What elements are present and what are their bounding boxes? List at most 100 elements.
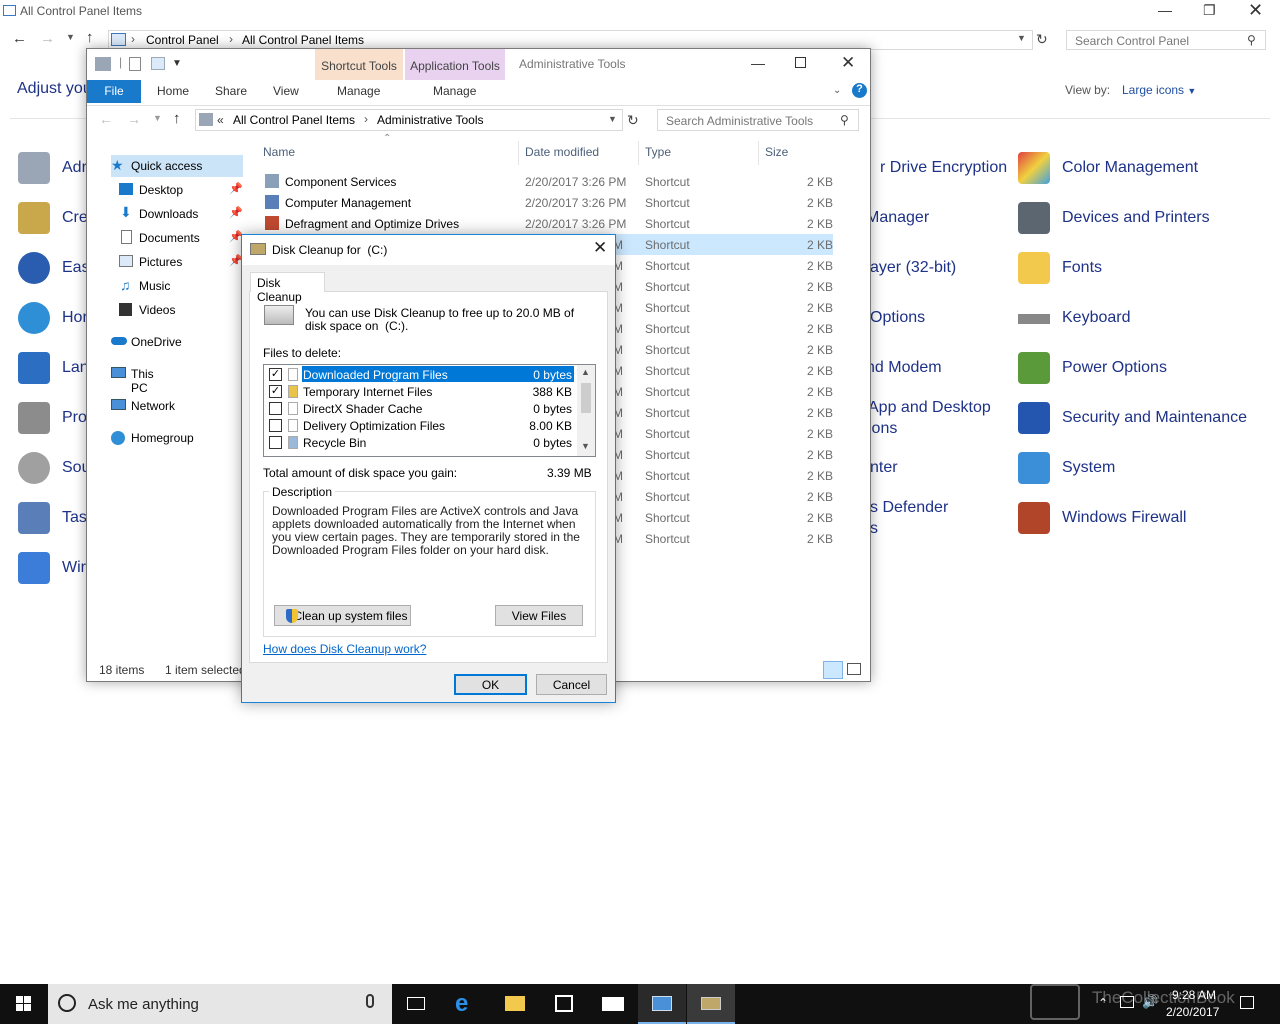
volume-icon[interactable]: 🔊	[1142, 994, 1158, 1010]
column-header-type[interactable]: Type	[645, 145, 671, 159]
breadcrumb-admin-tools[interactable]: Administrative Tools	[377, 113, 484, 127]
cp-item-bitlocker[interactable]: r Drive Encryption	[880, 159, 1007, 177]
close-button[interactable]: ✕	[1248, 0, 1263, 21]
tab-disk-cleanup[interactable]: Disk Cleanup	[250, 272, 325, 304]
clock-date[interactable]: 2/20/2017	[1166, 1005, 1219, 1019]
taskbar-store[interactable]	[540, 984, 588, 1024]
maximize-button[interactable]	[795, 57, 806, 68]
cp-item-indexing-options[interactable]: Options	[870, 309, 925, 327]
cp-item-device-manager[interactable]: Manager	[866, 209, 929, 227]
network-icon[interactable]	[1120, 996, 1134, 1008]
help-link[interactable]: How does Disk Cleanup work?	[263, 642, 426, 656]
file-checkbox[interactable]	[269, 419, 282, 432]
system-monitor-icon	[1018, 452, 1050, 484]
back-arrow-icon[interactable]: ←	[99, 111, 113, 127]
list-item[interactable]: ✓ Temporary Internet Files 388 KB	[264, 383, 576, 400]
file-checkbox[interactable]: ✓	[269, 385, 282, 398]
file-size: 388 KB	[532, 385, 572, 399]
customize-toolbar-icon[interactable]: ▼	[172, 58, 182, 69]
minimize-button[interactable]: —	[1158, 2, 1172, 18]
taskbar-control-panel[interactable]	[638, 984, 686, 1024]
tab-home[interactable]: Home	[157, 84, 189, 98]
dialog-close-button[interactable]: ✕	[593, 238, 607, 258]
ok-button[interactable]: OK	[454, 674, 527, 695]
address-bar[interactable]: « All Control Panel Items › Administrati…	[195, 109, 623, 131]
view-by-dropdown[interactable]: Large icons ▼	[1122, 83, 1196, 97]
breadcrumb-all-items[interactable]: All Control Panel Items	[233, 113, 355, 127]
clean-up-system-files-button[interactable]: Clean up system files	[274, 605, 411, 626]
column-header-date[interactable]: Date modified	[525, 145, 599, 159]
help-icon[interactable]: ?	[852, 83, 867, 98]
clock-time[interactable]: 9:28 AM	[1172, 988, 1216, 1002]
breadcrumb-control-panel[interactable]: Control Panel	[146, 33, 219, 47]
table-row[interactable]: Computer Management 2/20/2017 3:26 PM Sh…	[263, 192, 833, 213]
up-arrow-icon[interactable]: ↑	[86, 29, 94, 46]
taskbar-mail[interactable]	[589, 984, 637, 1024]
task-view-button[interactable]	[392, 984, 440, 1024]
column-header-size[interactable]: Size	[765, 145, 788, 159]
recent-dropdown-icon[interactable]: ▼	[153, 113, 162, 123]
nav-label: OneDrive	[131, 335, 182, 349]
search-input[interactable]: Search Control Panel ⚲	[1066, 30, 1266, 50]
recent-dropdown-icon[interactable]: ▼	[66, 32, 75, 42]
cp-item-phone-and-modem[interactable]: nd Modem	[866, 359, 942, 377]
tab-manage-shortcut[interactable]: Manage	[337, 84, 380, 98]
list-item[interactable]: Recycle Bin 0 bytes	[264, 434, 576, 451]
start-button[interactable]	[0, 984, 48, 1024]
cp-item-label: Lan	[62, 359, 89, 376]
new-folder-icon[interactable]	[151, 57, 165, 70]
cp-item-sync-center[interactable]: nter	[870, 459, 898, 477]
forward-arrow-icon[interactable]: →	[127, 111, 141, 127]
search-placeholder: Ask me anything	[88, 996, 199, 1013]
tab-file[interactable]: File	[87, 80, 141, 103]
tab-share[interactable]: Share	[215, 84, 247, 98]
list-item[interactable]: DirectX Shader Cache 0 bytes	[264, 400, 576, 417]
tab-view[interactable]: View	[273, 84, 299, 98]
refresh-icon[interactable]: ↻	[1036, 31, 1048, 48]
show-hidden-icons-icon[interactable]: ⌃	[1098, 996, 1108, 1010]
cortana-search-box[interactable]: Ask me anything	[48, 984, 392, 1024]
taskbar-edge[interactable]: e	[442, 984, 490, 1024]
minimize-button[interactable]: —	[751, 55, 765, 71]
scroll-down-icon[interactable]: ▼	[581, 441, 590, 451]
list-item[interactable]: ✓ Downloaded Program Files 0 bytes	[264, 366, 576, 383]
tab-manage-application[interactable]: Manage	[433, 84, 476, 98]
microphone-icon[interactable]	[366, 994, 374, 1008]
address-dropdown-icon[interactable]: ▼	[1017, 33, 1026, 43]
up-arrow-icon[interactable]: ↑	[173, 110, 181, 127]
restore-button[interactable]: ❐	[1203, 2, 1216, 19]
search-input[interactable]: Search Administrative Tools ⚲	[657, 109, 859, 131]
file-checkbox[interactable]	[269, 436, 282, 449]
details-view-icon[interactable]	[823, 661, 843, 679]
breadcrumb-all-items[interactable]: All Control Panel Items	[242, 33, 364, 47]
forward-arrow-icon[interactable]: →	[40, 30, 55, 47]
back-arrow-icon[interactable]: ←	[12, 30, 27, 47]
file-checkbox[interactable]	[269, 402, 282, 415]
expand-ribbon-icon[interactable]: ⌄	[833, 85, 841, 96]
scroll-thumb[interactable]	[581, 383, 591, 413]
properties-icon[interactable]	[129, 57, 141, 71]
large-icons-view-icon[interactable]	[847, 663, 861, 675]
cp-item-remoteapp[interactable]: App and Desktop	[868, 399, 991, 417]
taskbar-file-explorer[interactable]	[491, 984, 539, 1024]
cp-item-flash-player[interactable]: ayer (32-bit)	[870, 259, 956, 277]
column-header-name[interactable]: Name	[263, 145, 295, 159]
table-row[interactable]: Component Services 2/20/2017 3:26 PM Sho…	[263, 171, 833, 192]
close-button[interactable]: ✕	[841, 53, 855, 73]
file-checkbox[interactable]: ✓	[269, 368, 282, 381]
view-files-button[interactable]: View Files	[495, 605, 583, 626]
list-item[interactable]: Delivery Optimization Files 8.00 KB	[264, 417, 576, 434]
files-to-delete-label: Files to delete:	[263, 346, 342, 360]
list-scrollbar[interactable]: ▲ ▼	[577, 365, 595, 456]
refresh-icon[interactable]: ↻	[627, 112, 639, 129]
action-center-icon[interactable]	[1240, 996, 1254, 1009]
scroll-up-icon[interactable]: ▲	[581, 367, 590, 377]
cancel-button[interactable]: Cancel	[536, 674, 607, 695]
table-row[interactable]: Defragment and Optimize Drives 2/20/2017…	[263, 213, 833, 234]
address-bar[interactable]: › Control Panel › All Control Panel Item…	[108, 30, 1033, 50]
files-to-delete-list[interactable]: ✓ Downloaded Program Files 0 bytes ✓ Tempora…	[263, 364, 596, 457]
address-dropdown-icon[interactable]: ▼	[608, 114, 617, 124]
breadcrumb-overflow[interactable]: «	[217, 113, 224, 127]
cp-item-windows-defender[interactable]: s Defender	[870, 499, 948, 517]
taskbar-disk-cleanup[interactable]	[687, 984, 735, 1024]
